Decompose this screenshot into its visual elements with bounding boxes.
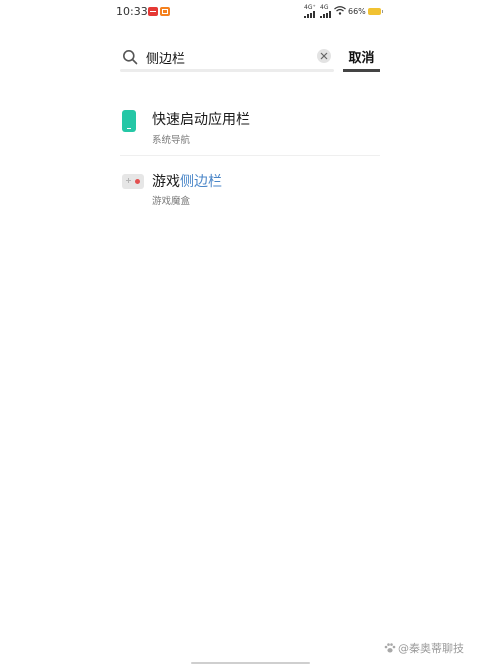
network-type-label: 4G⁺ <box>304 4 316 11</box>
result-title: 游戏侧边栏 <box>152 174 222 190</box>
network-type-label: 4G <box>320 4 329 11</box>
search-icon <box>123 50 138 65</box>
gamepad-icon <box>122 174 144 189</box>
notification-icon-red <box>148 7 158 16</box>
highlight-match: 侧边栏 <box>180 174 222 190</box>
battery-icon <box>368 8 383 15</box>
signal-icon-sim1: 4G⁺ <box>304 4 317 18</box>
battery-percent: 66% <box>348 7 366 16</box>
clear-search-button[interactable] <box>317 49 331 63</box>
cancel-underline <box>343 69 380 72</box>
status-time: 10:33 <box>116 5 148 18</box>
wifi-icon <box>334 6 346 15</box>
result-subtitle: 游戏魔盒 <box>152 196 191 207</box>
result-title: 快速启动应用栏 <box>152 112 250 128</box>
result-subtitle: 系统导航 <box>152 135 191 146</box>
notification-icon-orange <box>160 7 170 16</box>
status-bar: 10:33 4G⁺ 4G 66% <box>0 0 500 24</box>
result-item-game-sidebar[interactable]: 游戏侧边栏 游戏魔盒 <box>118 166 382 216</box>
search-underline <box>120 69 334 72</box>
watermark-text: @秦奥蒂聊技 <box>398 642 464 655</box>
search-input[interactable] <box>146 47 306 67</box>
result-item-quick-launch[interactable]: 快速启动应用栏 系统导航 <box>118 104 382 154</box>
watermark: @秦奥蒂聊技 <box>384 640 464 656</box>
cancel-button[interactable]: 取消 <box>343 47 380 66</box>
home-indicator[interactable] <box>191 662 310 664</box>
phone-app-icon <box>122 110 136 132</box>
signal-icon-sim2: 4G <box>320 4 332 18</box>
close-icon <box>320 52 328 60</box>
divider <box>120 155 380 156</box>
paw-icon <box>384 643 396 653</box>
